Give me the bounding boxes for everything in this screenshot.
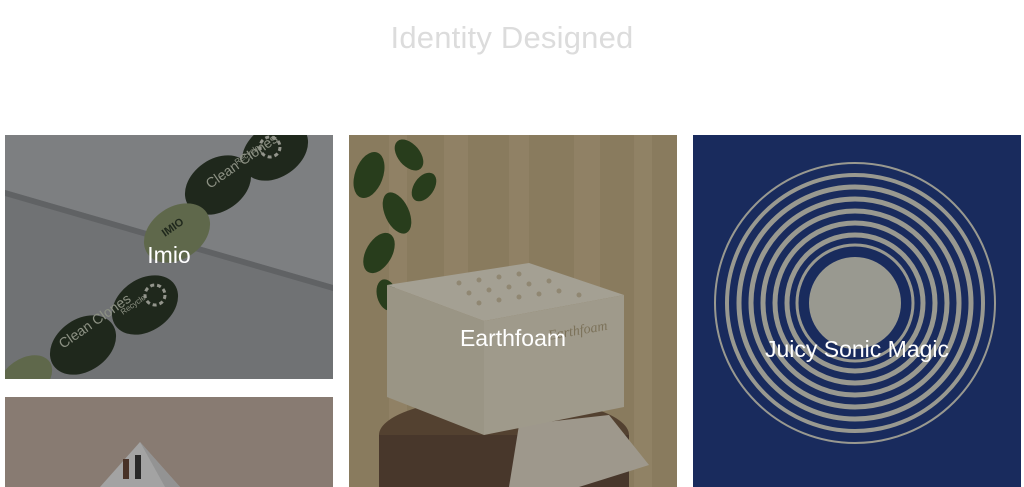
project-tile-juicy-sonic-magic[interactable]: Juicy Sonic Magic (693, 135, 1021, 487)
image-overlay (693, 135, 1021, 487)
image-overlay (5, 397, 333, 487)
project-title-juicy-sonic-magic: Juicy Sonic Magic (764, 336, 950, 362)
portfolio-page: Identity Designed Clean Clones Clean Clo… (0, 0, 1024, 487)
project-tile-earthfoam[interactable]: Earthfoam Earthfoam (349, 135, 677, 487)
project-tile-bottom[interactable] (5, 397, 333, 487)
page-title: Identity Designed (390, 20, 634, 55)
project-tile-imio[interactable]: Clean Clones Clean Clones Recycle Recycl… (5, 135, 333, 379)
project-title-imio: Imio (147, 242, 191, 268)
project-title-earthfoam: Earthfoam (459, 325, 567, 351)
image-overlay (349, 135, 677, 487)
